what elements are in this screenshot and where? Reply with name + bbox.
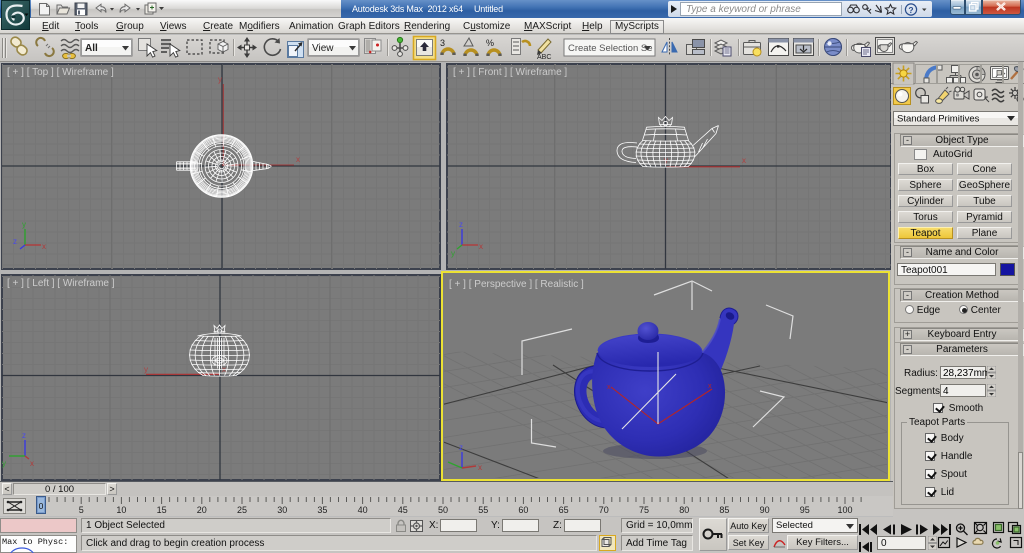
svg-text:70: 70 [599, 505, 609, 515]
svg-text:x: x [478, 463, 482, 472]
svg-text:x: x [42, 242, 46, 251]
svg-text:10: 10 [116, 505, 126, 515]
svg-text:y: y [2, 459, 6, 468]
svg-text:x: x [708, 383, 712, 390]
svg-text:x: x [607, 384, 611, 391]
svg-text:40: 40 [358, 505, 368, 515]
svg-text:y: y [218, 75, 222, 84]
svg-text:y: y [22, 220, 26, 229]
svg-text:y: y [144, 365, 148, 374]
svg-text:50: 50 [438, 505, 448, 515]
svg-text:55: 55 [478, 505, 488, 515]
svg-text:x: x [296, 155, 300, 164]
svg-text:All: All [85, 43, 98, 54]
svg-text:90: 90 [760, 505, 770, 515]
svg-text:60: 60 [518, 505, 528, 515]
svg-text:x: x [479, 242, 483, 251]
svg-text:z: z [459, 220, 463, 229]
svg-text:View: View [312, 43, 334, 54]
svg-text:?: ? [908, 5, 913, 15]
svg-text:85: 85 [719, 505, 729, 515]
svg-text:x: x [742, 156, 746, 165]
svg-text:x: x [30, 459, 34, 468]
svg-text:75: 75 [639, 505, 649, 515]
svg-text:ABC: ABC [537, 54, 551, 61]
svg-text:Create Selection Se: Create Selection Se [568, 43, 653, 54]
svg-text:100: 100 [837, 505, 852, 515]
svg-text:80: 80 [679, 505, 689, 515]
svg-text:5: 5 [79, 505, 84, 515]
svg-text:z: z [459, 443, 463, 452]
svg-text:35: 35 [317, 505, 327, 515]
svg-text:95: 95 [800, 505, 810, 515]
svg-text:%: % [486, 38, 494, 48]
svg-text:3: 3 [440, 38, 445, 48]
svg-text:30: 30 [277, 505, 287, 515]
svg-text:25: 25 [237, 505, 247, 515]
svg-text:0: 0 [39, 501, 44, 511]
svg-text:15: 15 [157, 505, 167, 515]
svg-text:y: y [451, 249, 455, 258]
svg-text:45: 45 [398, 505, 408, 515]
svg-text:20: 20 [197, 505, 207, 515]
svg-text:Standard Primitives: Standard Primitives [897, 114, 980, 125]
svg-text:z: z [13, 237, 17, 246]
svg-text:65: 65 [559, 505, 569, 515]
svg-text:z: z [22, 431, 26, 440]
